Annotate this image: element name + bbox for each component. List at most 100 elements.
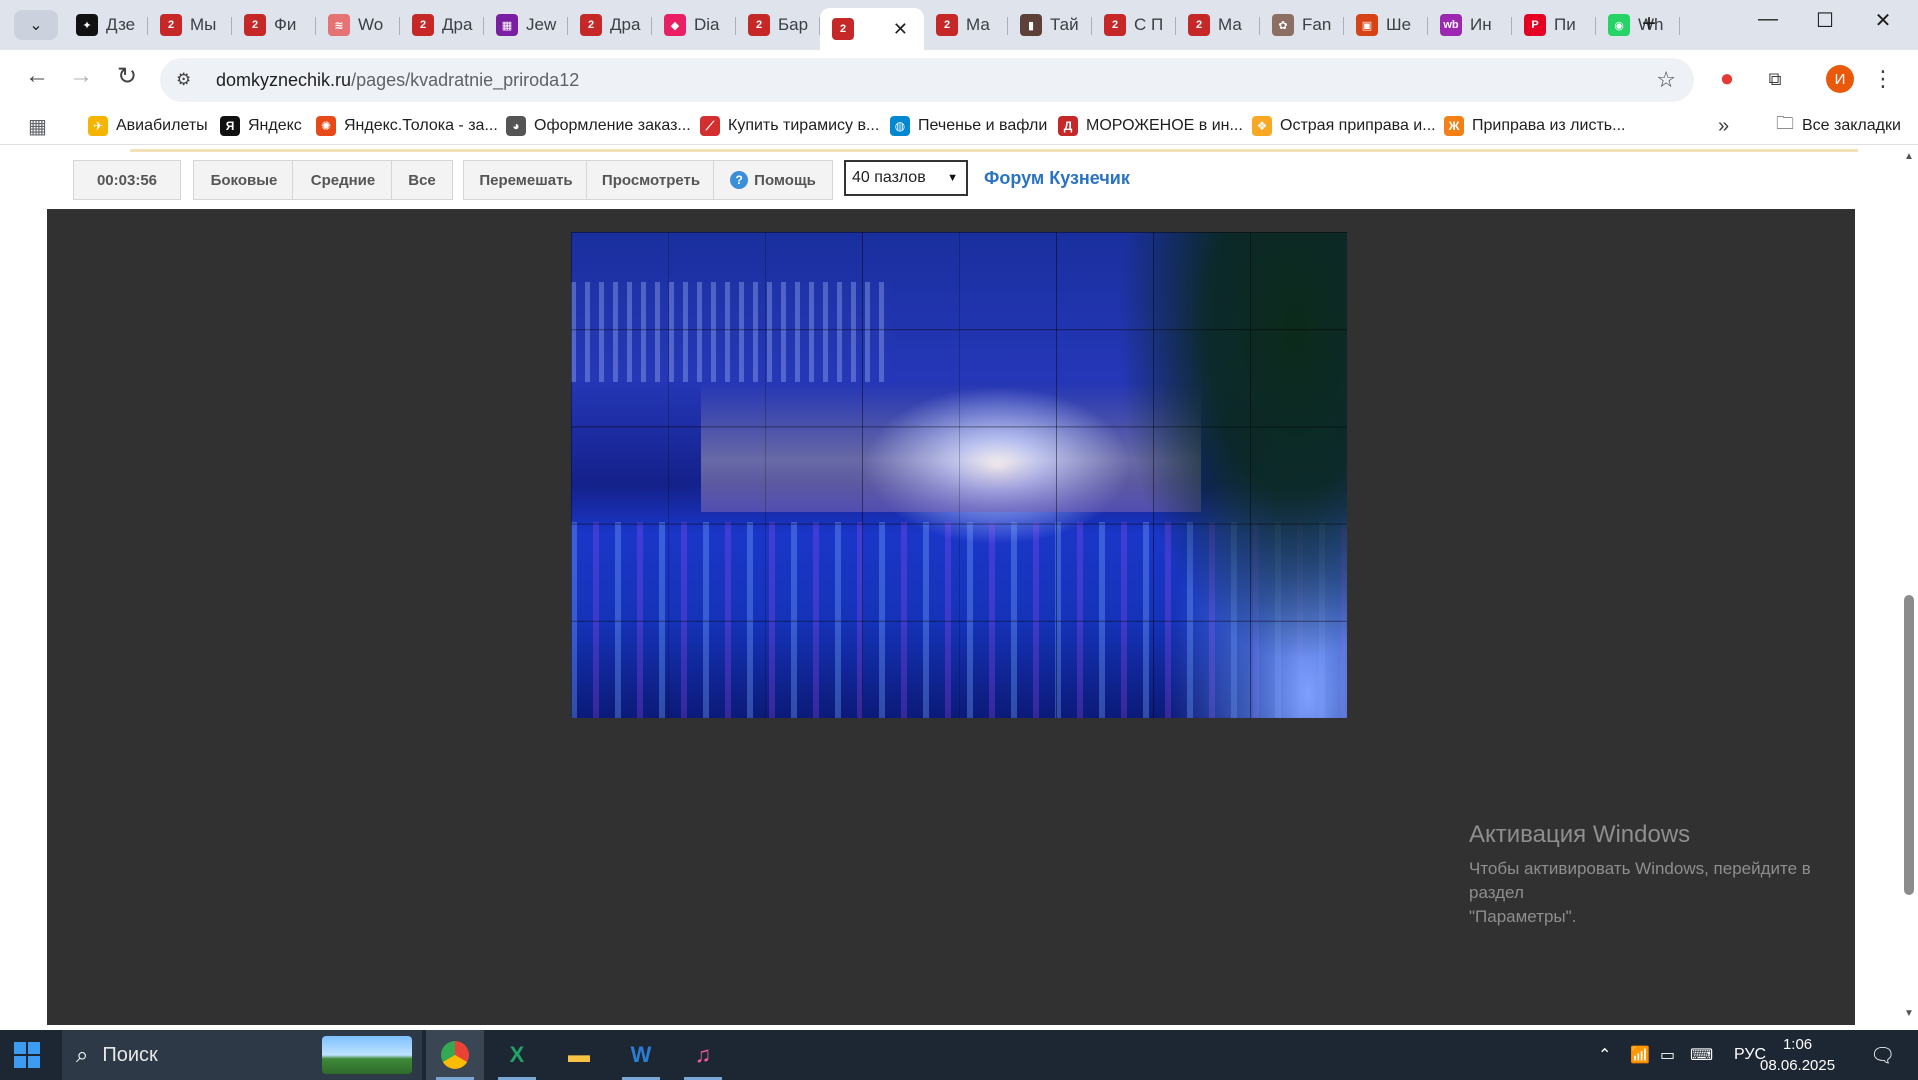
tab[interactable]: 2 Мы bbox=[148, 8, 232, 42]
taskbar-itunes[interactable]: ♫ bbox=[674, 1030, 732, 1080]
forum-link[interactable]: Форум Кузнечик bbox=[984, 168, 1130, 189]
keyboard-icon[interactable]: ⌨ bbox=[1690, 1030, 1713, 1080]
header-divider bbox=[130, 149, 1858, 152]
browser-toolbar: ← → ↻ ⚙ domkyznechik.ru/pages/kvadratnie… bbox=[0, 50, 1918, 108]
new-tab-button[interactable]: + bbox=[1642, 10, 1656, 38]
menu-kebab-icon[interactable]: ⋮ bbox=[1870, 66, 1896, 92]
tab-label: Дра bbox=[610, 15, 641, 34]
tab[interactable]: P Пи bbox=[1512, 8, 1596, 42]
tab-favicon-icon: ▦ bbox=[496, 14, 518, 36]
scroll-down-icon[interactable]: ▼ bbox=[1904, 1008, 1914, 1019]
tab[interactable]: ◆ Dia bbox=[652, 8, 736, 42]
tab-label: Wo bbox=[358, 15, 384, 34]
opera-extension-icon[interactable]: ● bbox=[1714, 65, 1740, 92]
tab[interactable]: ✿ Fan bbox=[1260, 8, 1344, 42]
tab-active[interactable]: 2 ✕ bbox=[820, 8, 924, 50]
bookmark-item[interactable]: ◕ Оформление заказ... bbox=[506, 114, 691, 138]
tab[interactable]: ▮ Тай bbox=[1008, 8, 1092, 42]
forward-button[interactable]: → bbox=[66, 62, 96, 90]
shuffle-button[interactable]: Перемешать bbox=[463, 160, 589, 200]
apps-grid-icon[interactable]: ▦ bbox=[28, 114, 47, 138]
puzzle-image[interactable] bbox=[571, 232, 1347, 718]
taskbar-excel[interactable]: X bbox=[488, 1030, 546, 1080]
excel-icon: X bbox=[509, 1042, 525, 1067]
extensions-puzzle-icon[interactable]: ⧉ bbox=[1762, 66, 1788, 92]
tab[interactable]: 2 Фи bbox=[232, 8, 316, 42]
back-button[interactable]: ← bbox=[22, 62, 52, 90]
taskbar-search[interactable]: ⌕ Поиск bbox=[62, 1030, 422, 1080]
tab-favicon-icon: ≋ bbox=[328, 14, 350, 36]
windows-start-button[interactable] bbox=[14, 1042, 40, 1068]
tab-favicon-icon: 2 bbox=[412, 14, 434, 36]
tab-search-button[interactable]: ⌄ bbox=[14, 10, 58, 40]
taskbar-file-explorer[interactable]: ▬ bbox=[550, 1030, 608, 1080]
wifi-icon[interactable]: 📶 bbox=[1630, 1030, 1650, 1080]
tab[interactable]: ✦ Дзе bbox=[64, 8, 148, 42]
word-icon: W bbox=[630, 1042, 652, 1067]
bookmark-item[interactable]: ⟋ Купить тирамису в... bbox=[700, 114, 879, 138]
puzzle-board: Активация Windows Чтобы активировать Win… bbox=[47, 209, 1855, 1025]
close-window-button[interactable]: ✕ bbox=[1858, 8, 1908, 33]
tab-label: Дра bbox=[442, 15, 473, 34]
site-info-icon[interactable]: ⚙ bbox=[176, 70, 200, 90]
chevron-down-icon: ⌄ bbox=[29, 17, 43, 34]
scroll-thumb[interactable] bbox=[1904, 595, 1914, 895]
bookmark-item[interactable]: ✺ Яндекс.Толока - за... bbox=[316, 114, 498, 138]
taskbar-clock[interactable]: 1:06 08.06.2025 bbox=[1760, 1034, 1835, 1076]
all-bookmarks-folder[interactable]: 🗀 Все закладки bbox=[1776, 113, 1901, 138]
tab-close-icon[interactable]: ✕ bbox=[893, 19, 908, 40]
minimize-button[interactable]: — bbox=[1743, 8, 1793, 31]
timer-display: 00:03:56 bbox=[73, 160, 181, 200]
tab-label: Ма bbox=[1218, 15, 1242, 34]
tab[interactable]: 2 Дра bbox=[400, 8, 484, 42]
tab[interactable]: 2 С П bbox=[1092, 8, 1176, 42]
notifications-icon[interactable]: 🗨 bbox=[1870, 1030, 1895, 1080]
bookmark-star-icon[interactable]: ☆ bbox=[1656, 67, 1676, 93]
clock-date: 08.06.2025 bbox=[1760, 1057, 1836, 1074]
help-button[interactable]: ? Помощь bbox=[713, 160, 833, 200]
reload-button[interactable]: ↻ bbox=[112, 62, 142, 91]
tab[interactable]: 2 Ма bbox=[1176, 8, 1260, 42]
sides-button[interactable]: Боковые bbox=[193, 160, 295, 200]
profile-avatar[interactable]: И bbox=[1826, 65, 1854, 93]
tab[interactable]: ▦ Jew bbox=[484, 8, 568, 42]
scroll-up-icon[interactable]: ▲ bbox=[1904, 151, 1914, 162]
pieces-count-select[interactable]: 40 пазлов ▼ bbox=[844, 160, 968, 196]
tab-favicon-icon: ◆ bbox=[664, 14, 686, 36]
all-pieces-button[interactable]: Все bbox=[391, 160, 453, 200]
tab[interactable]: ▣ Ше bbox=[1344, 8, 1428, 42]
tab[interactable]: wb Ин bbox=[1428, 8, 1512, 42]
battery-icon[interactable]: ▭ bbox=[1660, 1030, 1675, 1080]
tab-favicon-icon: P bbox=[1524, 14, 1546, 36]
taskbar-chrome[interactable] bbox=[426, 1030, 484, 1080]
middle-button[interactable]: Средние bbox=[292, 160, 394, 200]
bookmark-favicon-icon: ✈ bbox=[88, 116, 108, 136]
arrow-left-icon: ← bbox=[25, 62, 49, 89]
more-bookmarks-chevron-icon[interactable]: » bbox=[1718, 114, 1729, 138]
tab[interactable]: 2 Бар bbox=[736, 8, 820, 42]
tab[interactable]: ◉ Wh bbox=[1596, 8, 1680, 42]
maximize-button[interactable]: ☐ bbox=[1800, 8, 1850, 33]
preview-button[interactable]: Просмотреть bbox=[586, 160, 716, 200]
url-domain: domkyznechik.ru bbox=[216, 69, 352, 90]
bookmark-item[interactable]: ◍ Печенье и вафли bbox=[890, 114, 1047, 138]
address-bar[interactable]: ⚙ domkyznechik.ru/pages/kvadratnie_priro… bbox=[160, 58, 1694, 102]
bookmark-item[interactable]: ✈ Авиабилеты bbox=[88, 114, 208, 138]
tab[interactable]: ≋ Wo bbox=[316, 8, 400, 42]
taskbar-word[interactable]: W bbox=[612, 1030, 670, 1080]
bookmark-item[interactable]: Д МОРОЖЕНОЕ в ин... bbox=[1058, 114, 1243, 138]
bookmark-item[interactable]: Ж Приправа из листь... bbox=[1444, 114, 1625, 138]
tab-favicon-icon: 2 bbox=[936, 14, 958, 36]
tab[interactable]: 2 Дра bbox=[568, 8, 652, 42]
tab[interactable]: 2 Ма bbox=[924, 8, 1008, 42]
tab-favicon-icon: 2 bbox=[748, 14, 770, 36]
tab-favicon-icon: ✦ bbox=[76, 14, 98, 36]
tab-favicon-icon: wb bbox=[1440, 14, 1462, 36]
clock-time: 1:06 bbox=[1782, 1036, 1813, 1053]
bookmark-item[interactable]: Я Яндекс bbox=[220, 114, 302, 138]
page-scrollbar[interactable]: ▲ ▼ bbox=[1900, 145, 1918, 1025]
bookmark-label: Яндекс bbox=[248, 117, 302, 134]
bookmark-item[interactable]: ❖ Острая приправа и... bbox=[1252, 114, 1436, 138]
bookmark-favicon-icon: ✺ bbox=[316, 116, 336, 136]
tray-overflow-icon[interactable]: ⌃ bbox=[1598, 1030, 1611, 1080]
